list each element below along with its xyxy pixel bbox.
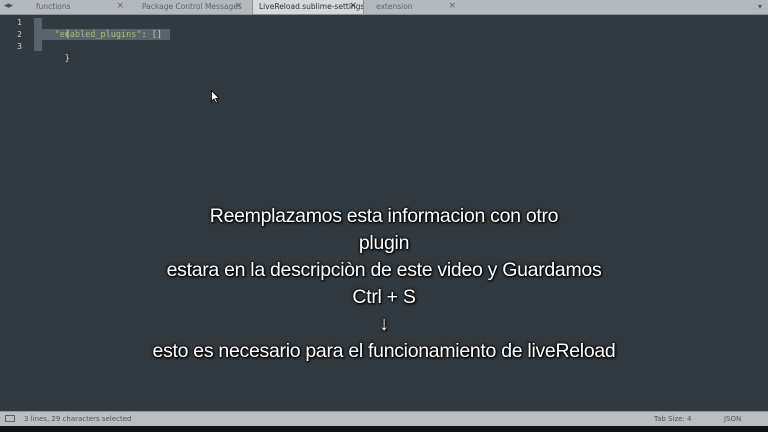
tab-overflow-icon[interactable]: ▾ <box>758 0 762 14</box>
line-number: 1 <box>17 18 22 27</box>
code-text: : [] <box>141 30 162 40</box>
code-text: } <box>64 54 70 64</box>
line-number: 3 <box>17 42 22 51</box>
line-number: 2 <box>17 30 22 39</box>
tab-nav-arrows-icon[interactable]: ◂▸ <box>4 0 13 14</box>
status-bar: 3 lines, 29 characters selected Tab Size… <box>0 411 768 426</box>
indent-guide: ···· <box>34 30 55 40</box>
caption-line: esto es necesario para el funcionamiento… <box>152 340 616 362</box>
syntax-selector[interactable]: JSON <box>724 412 741 426</box>
mouse-pointer-icon <box>211 90 220 104</box>
tab-label: LiveReload.sublime-settings <box>259 2 364 11</box>
code-line-3[interactable]: } <box>34 41 70 64</box>
tab-label: functions <box>36 2 71 11</box>
bottom-border <box>0 426 768 432</box>
tab-label: extension <box>376 2 413 11</box>
tab-functions[interactable]: functions × <box>30 0 130 14</box>
video-caption: Reemplazamos esta informacion con otro p… <box>0 203 768 365</box>
tab-package-control-messages[interactable]: Package Control Messages × <box>136 0 248 14</box>
tab-label: Package Control Messages <box>142 2 242 11</box>
caption-line: plugin <box>358 232 410 254</box>
caption-line: estara en la descripciòn de este video y… <box>166 259 602 281</box>
caption-arrow-down-icon: ↓ <box>379 313 389 335</box>
panel-toggle-icon[interactable] <box>5 415 15 422</box>
selection-status: 3 lines, 29 characters selected <box>24 415 132 423</box>
tab-livereload-settings[interactable]: LiveReload.sublime-settings × <box>252 0 364 14</box>
tab-size-selector[interactable]: Tab Size: 4 <box>654 412 691 426</box>
tab-close-icon[interactable]: × <box>234 0 242 13</box>
json-key: "enabled_plugins" <box>54 30 142 40</box>
tab-extension[interactable]: extension × <box>370 0 462 14</box>
sublime-window: ◂▸ functions × Package Control Messages … <box>0 0 768 432</box>
code-line-2[interactable]: ····"enabled_plugins": [] <box>34 29 162 41</box>
tab-close-icon[interactable]: × <box>116 0 124 13</box>
tab-close-icon[interactable]: × <box>448 0 456 13</box>
tab-bar: ◂▸ functions × Package Control Messages … <box>0 0 768 15</box>
code-line-1[interactable]: { <box>34 17 70 40</box>
caption-line: Reemplazamos esta informacion con otro <box>209 205 559 227</box>
tab-close-icon[interactable]: × <box>349 0 357 13</box>
caption-line: Ctrl + S <box>352 286 416 308</box>
